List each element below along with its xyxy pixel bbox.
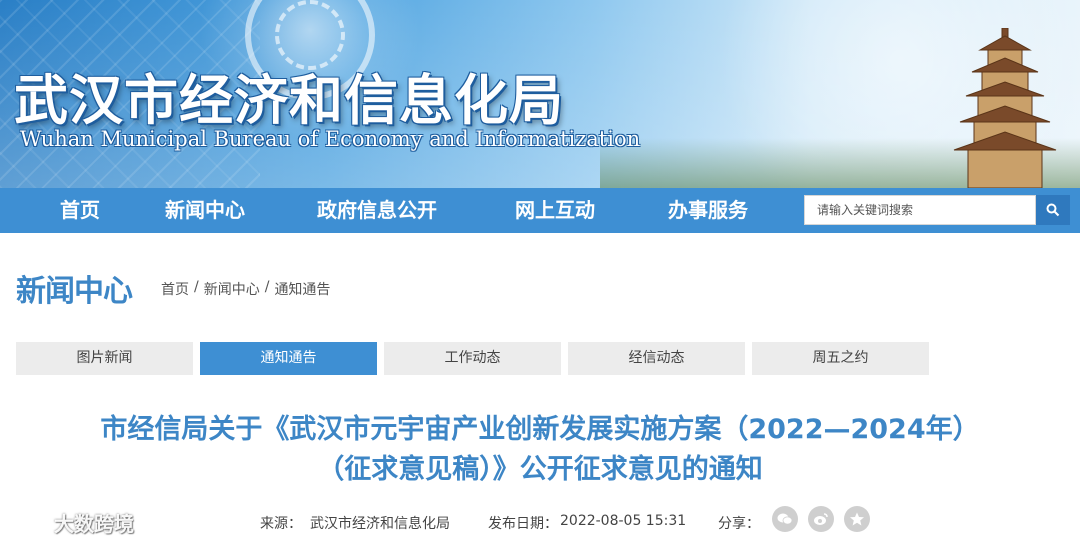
tab-notices[interactable]: 通知通告 — [200, 342, 377, 375]
breadcrumb-notices[interactable]: 通知通告 — [274, 279, 330, 299]
site-subtitle: Wuhan Municipal Bureau of Economy and In… — [20, 127, 641, 151]
breadcrumb-news-center[interactable]: 新闻中心 — [204, 279, 260, 299]
watermark-text: 大数跨境 — [54, 512, 134, 536]
watermark-logo-icon — [9, 512, 47, 531]
favorite-share-button[interactable] — [844, 506, 870, 532]
tab-work-updates[interactable]: 工作动态 — [384, 342, 561, 375]
wechat-share-button[interactable] — [772, 506, 798, 532]
weibo-share-button[interactable] — [808, 506, 834, 532]
nav-item-interaction[interactable]: 网上互动 — [515, 188, 595, 233]
watermark: 大数跨境 — [8, 508, 134, 537]
tab-economy-news[interactable]: 经信动态 — [568, 342, 745, 375]
wechat-icon — [777, 513, 793, 525]
yellow-crane-tower-icon — [953, 28, 1057, 188]
article-date: 2022-08-05 15:31 — [560, 513, 687, 529]
page-title: 新闻中心 — [16, 274, 133, 309]
breadcrumb-separator: / — [194, 279, 199, 295]
site-title: 武汉市经济和信息化局 — [14, 69, 564, 132]
weibo-icon — [814, 513, 828, 525]
search-icon — [1046, 203, 1060, 217]
tab-friday-meeting[interactable]: 周五之约 — [752, 342, 929, 375]
article-source: 武汉市经济和信息化局 — [310, 516, 450, 532]
article-title-line1: 市经信局关于《武汉市元宇宙产业创新发展实施方案（2022—2024年） — [100, 414, 980, 445]
breadcrumb-home[interactable]: 首页 — [161, 279, 189, 299]
favorite-icon — [850, 512, 864, 526]
nav-item-home[interactable]: 首页 — [60, 188, 100, 233]
article-title: 市经信局关于《武汉市元宇宙产业创新发展实施方案（2022—2024年） （征求意… — [40, 410, 1040, 490]
breadcrumb-separator: / — [264, 279, 270, 295]
article-title-line2: （征求意见稿）》公开征求意见的通知 — [317, 454, 763, 485]
article-source-label: 来源： — [260, 516, 302, 532]
share-label: 分享： — [718, 516, 760, 532]
search-input[interactable]: 请输入关键词搜索 — [804, 195, 1036, 225]
header-banner: 武汉市经济和信息化局 Wuhan Municipal Bureau of Eco… — [0, 0, 1080, 188]
search-button[interactable] — [1036, 195, 1070, 225]
nav-item-gov-info[interactable]: 政府信息公开 — [317, 188, 437, 233]
article-date-label: 发布日期： — [488, 516, 558, 532]
tab-photo-news[interactable]: 图片新闻 — [16, 342, 193, 375]
nav-item-news-center[interactable]: 新闻中心 — [165, 188, 245, 233]
breadcrumb: 首页 / 新闻中心 / 通知通告 — [161, 279, 330, 299]
nav-item-services[interactable]: 办事服务 — [668, 188, 748, 233]
